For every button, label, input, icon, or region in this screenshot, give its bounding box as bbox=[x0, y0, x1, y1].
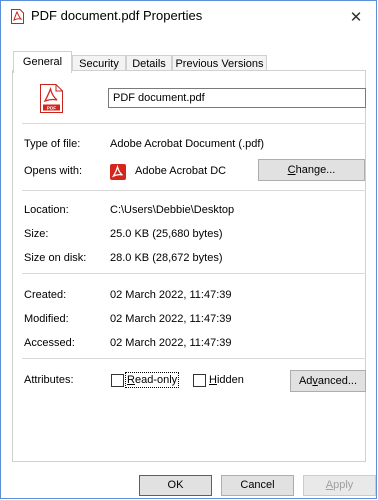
title-bar[interactable]: PDF document.pdf Properties ✕ bbox=[1, 1, 376, 32]
accessed-value: 02 March 2022, 11:47:39 bbox=[110, 337, 232, 349]
hidden-checkbox[interactable] bbox=[193, 374, 206, 387]
apply-button[interactable]: Apply bbox=[303, 475, 376, 496]
apply-accel: A bbox=[325, 479, 334, 491]
type-of-file-label: Type of file: bbox=[24, 138, 81, 150]
created-value: 02 March 2022, 11:47:39 bbox=[110, 289, 232, 301]
modified-value: 02 March 2022, 11:47:39 bbox=[110, 313, 232, 325]
adobe-acrobat-icon bbox=[110, 164, 126, 180]
type-of-file-value: Adobe Acrobat Document (.pdf) bbox=[110, 138, 265, 150]
read-only-checkbox[interactable] bbox=[111, 374, 124, 387]
modified-label: Modified: bbox=[24, 313, 69, 325]
pdf-file-icon bbox=[11, 9, 24, 24]
advanced-prefix: Ad bbox=[298, 374, 313, 387]
location-value: C:\Users\Debbie\Desktop bbox=[110, 204, 235, 216]
read-only-text: ead-only bbox=[134, 374, 178, 386]
advanced-button[interactable]: Advanced... bbox=[290, 370, 366, 392]
size-on-disk-label: Size on disk: bbox=[24, 252, 87, 264]
apply-text: pply bbox=[333, 479, 354, 491]
size-label: Size: bbox=[24, 228, 49, 240]
hidden-label[interactable]: Hidden bbox=[209, 374, 244, 386]
general-tab-panel bbox=[12, 70, 366, 462]
divider bbox=[22, 273, 366, 274]
divider bbox=[22, 358, 366, 359]
ok-button[interactable]: OK bbox=[139, 475, 212, 496]
created-label: Created: bbox=[24, 289, 67, 301]
advanced-text: anced... bbox=[317, 374, 358, 387]
accessed-label: Accessed: bbox=[24, 337, 75, 349]
file-name-field[interactable] bbox=[108, 88, 366, 108]
change-label: hange... bbox=[295, 163, 336, 176]
hidden-accel: H bbox=[209, 374, 217, 386]
size-value: 25.0 KB (25,680 bytes) bbox=[110, 228, 223, 240]
attributes-label: Attributes: bbox=[24, 374, 74, 386]
close-icon: ✕ bbox=[349, 8, 363, 26]
divider bbox=[22, 123, 366, 124]
close-button[interactable]: ✕ bbox=[336, 1, 376, 32]
tab-general[interactable]: General bbox=[13, 51, 72, 73]
read-only-accel: R bbox=[127, 374, 135, 386]
divider bbox=[22, 190, 366, 191]
read-only-label[interactable]: Read-only bbox=[124, 372, 180, 388]
size-on-disk-value: 28.0 KB (28,672 bytes) bbox=[110, 252, 223, 264]
cancel-button[interactable]: Cancel bbox=[221, 475, 294, 496]
location-label: Location: bbox=[24, 204, 69, 216]
window-title: PDF document.pdf Properties bbox=[31, 8, 203, 23]
opens-with-app: Adobe Acrobat DC bbox=[135, 165, 227, 177]
change-accel: C bbox=[287, 163, 296, 176]
opens-with-label: Opens with: bbox=[24, 165, 83, 177]
hidden-text: idden bbox=[216, 374, 244, 386]
pdf-file-icon: PDF bbox=[40, 84, 63, 113]
svg-text:PDF: PDF bbox=[47, 106, 56, 111]
change-button[interactable]: Change... bbox=[258, 159, 365, 181]
